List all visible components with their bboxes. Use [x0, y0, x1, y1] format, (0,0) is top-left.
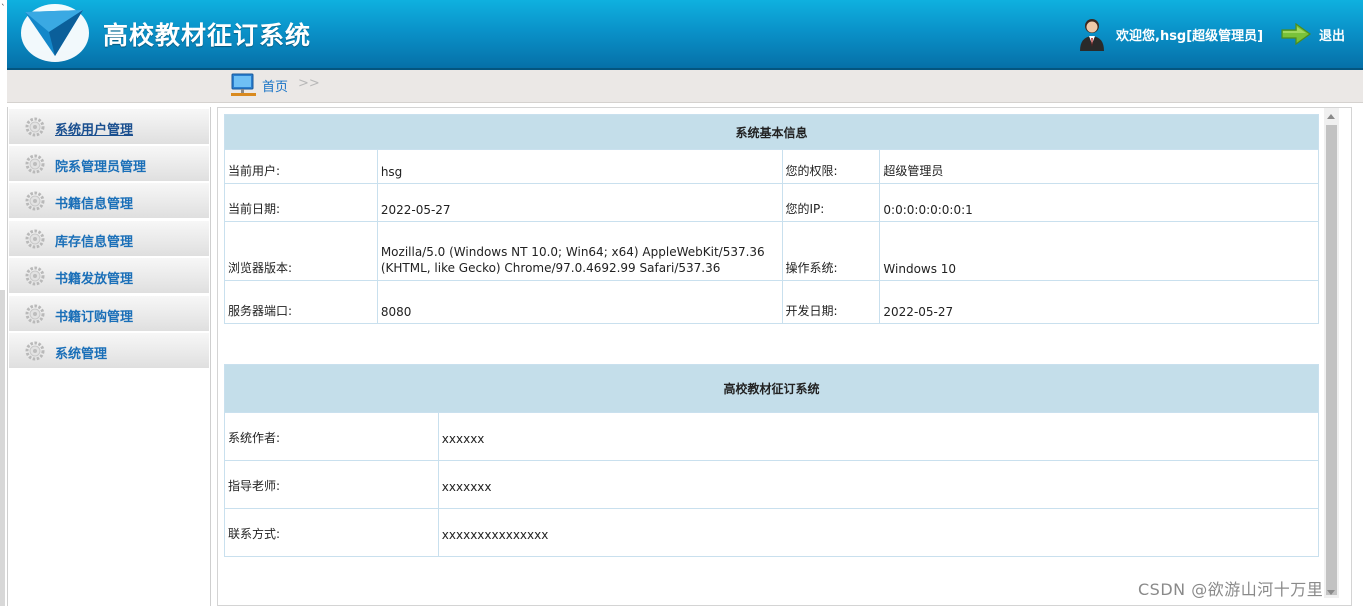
sidebar-item-book-info[interactable]: 书籍信息管理	[9, 183, 209, 220]
window-edge: `	[0, 0, 7, 606]
gear-icon	[25, 229, 45, 249]
edge-bar	[0, 290, 5, 606]
os-value: Windows 10	[879, 221, 1319, 281]
browser-value: Mozilla/5.0 (Windows NT 10.0; Win64; x64…	[376, 221, 783, 281]
sidebar-item-system-users[interactable]: 系统用户管理	[9, 109, 209, 146]
csdn-watermark: CSDN @欲游山河十万里	[1138, 580, 1324, 599]
teacher-value: xxxxxxx	[437, 460, 1320, 509]
dev-date-label: 开发日期:	[781, 280, 881, 324]
sidebar-item-inventory[interactable]: 库存信息管理	[9, 221, 209, 258]
main-content: 系统基本信息 当前用户: hsg 您的权限: 超级管理员 当前日期: 2022-…	[217, 107, 1352, 606]
sidebar-item-label: 书籍信息管理	[55, 197, 134, 212]
permission-label: 您的权限:	[781, 149, 881, 184]
monitor-icon	[231, 73, 256, 96]
current-user-value: hsg	[376, 149, 783, 184]
breadcrumb: 首页 >>	[7, 70, 1363, 103]
port-value: 8080	[376, 280, 783, 324]
sidebar-item-system-management[interactable]: 系统管理	[9, 333, 209, 370]
gear-icon	[25, 191, 45, 211]
welcome-text: 欢迎您,hsg[超级管理员]	[1116, 29, 1264, 44]
vertical-scrollbar[interactable]	[1324, 108, 1339, 598]
browser-label: 浏览器版本:	[224, 221, 378, 281]
date-value: 2022-05-27	[376, 183, 783, 222]
sidebar-item-label: 系统用户管理	[55, 123, 134, 138]
browser-line-1: Mozilla/5.0 (Windows NT 10.0; Win64; x64…	[380, 245, 765, 259]
sidebar-item-label: 库存信息管理	[55, 235, 134, 250]
sidebar-item-label: 系统管理	[55, 347, 108, 362]
current-user-label: 当前用户:	[224, 149, 378, 184]
sidebar-item-label: 书籍订购管理	[55, 310, 134, 325]
sidebar-item-label: 书籍发放管理	[55, 272, 134, 287]
header: 高校教材征订系统 欢迎您,hsg[超级管理员] 退出	[7, 0, 1363, 70]
system-info-table: 系统基本信息 当前用户: hsg 您的权限: 超级管理员 当前日期: 2022-…	[224, 114, 1319, 324]
date-label: 当前日期:	[224, 183, 378, 222]
about-table: 高校教材征订系统 系统作者: xxxxxx 指导老师: xxxxxxx 联系方式…	[224, 364, 1320, 557]
user-icon	[1080, 19, 1104, 51]
ip-value: 0:0:0:0:0:0:0:1	[879, 183, 1319, 222]
logout-arrow-icon[interactable]	[1280, 23, 1312, 45]
contact-value: xxxxxxxxxxxxxxx	[437, 508, 1320, 557]
browser-line-2: (KHTML, like Gecko) Chrome/97.0.4692.99 …	[380, 261, 721, 275]
gear-icon	[25, 304, 45, 324]
ip-label: 您的IP:	[781, 183, 881, 222]
gear-icon	[25, 266, 45, 286]
sidebar: 系统用户管理 院系管理员管理 书籍信息管理 库存信息管理 书籍发放管理 书籍订购…	[7, 107, 211, 606]
scroll-thumb[interactable]	[1326, 125, 1337, 595]
author-label: 系统作者:	[224, 412, 439, 461]
breadcrumb-separator: >>	[298, 76, 320, 91]
gear-icon	[25, 341, 45, 361]
permission-value: 超级管理员	[879, 149, 1319, 184]
system-info-title: 系统基本信息	[224, 114, 1319, 150]
scroll-down-arrow-icon[interactable]	[1327, 590, 1335, 595]
gear-icon	[25, 117, 45, 137]
sidebar-item-book-orders[interactable]: 书籍订购管理	[9, 296, 209, 333]
os-label: 操作系统:	[781, 221, 881, 281]
about-title: 高校教材征订系统	[224, 364, 1319, 413]
paper-plane-logo-icon	[21, 4, 89, 62]
port-label: 服务器端口:	[224, 280, 378, 324]
breadcrumb-home-link[interactable]: 首页	[262, 76, 288, 95]
sidebar-item-dept-admins[interactable]: 院系管理员管理	[9, 146, 209, 183]
author-value: xxxxxx	[437, 412, 1320, 461]
sidebar-item-label: 院系管理员管理	[55, 160, 147, 175]
edge-mark: `	[1, 4, 6, 14]
dev-date-value: 2022-05-27	[879, 280, 1319, 324]
teacher-label: 指导老师:	[224, 460, 439, 509]
logout-link[interactable]: 退出	[1319, 25, 1345, 44]
app-title: 高校教材征订系统	[103, 21, 312, 50]
scroll-up-arrow-icon[interactable]	[1327, 114, 1335, 119]
sidebar-item-book-distribution[interactable]: 书籍发放管理	[9, 258, 209, 295]
contact-label: 联系方式:	[224, 508, 439, 557]
gear-icon	[25, 154, 45, 174]
